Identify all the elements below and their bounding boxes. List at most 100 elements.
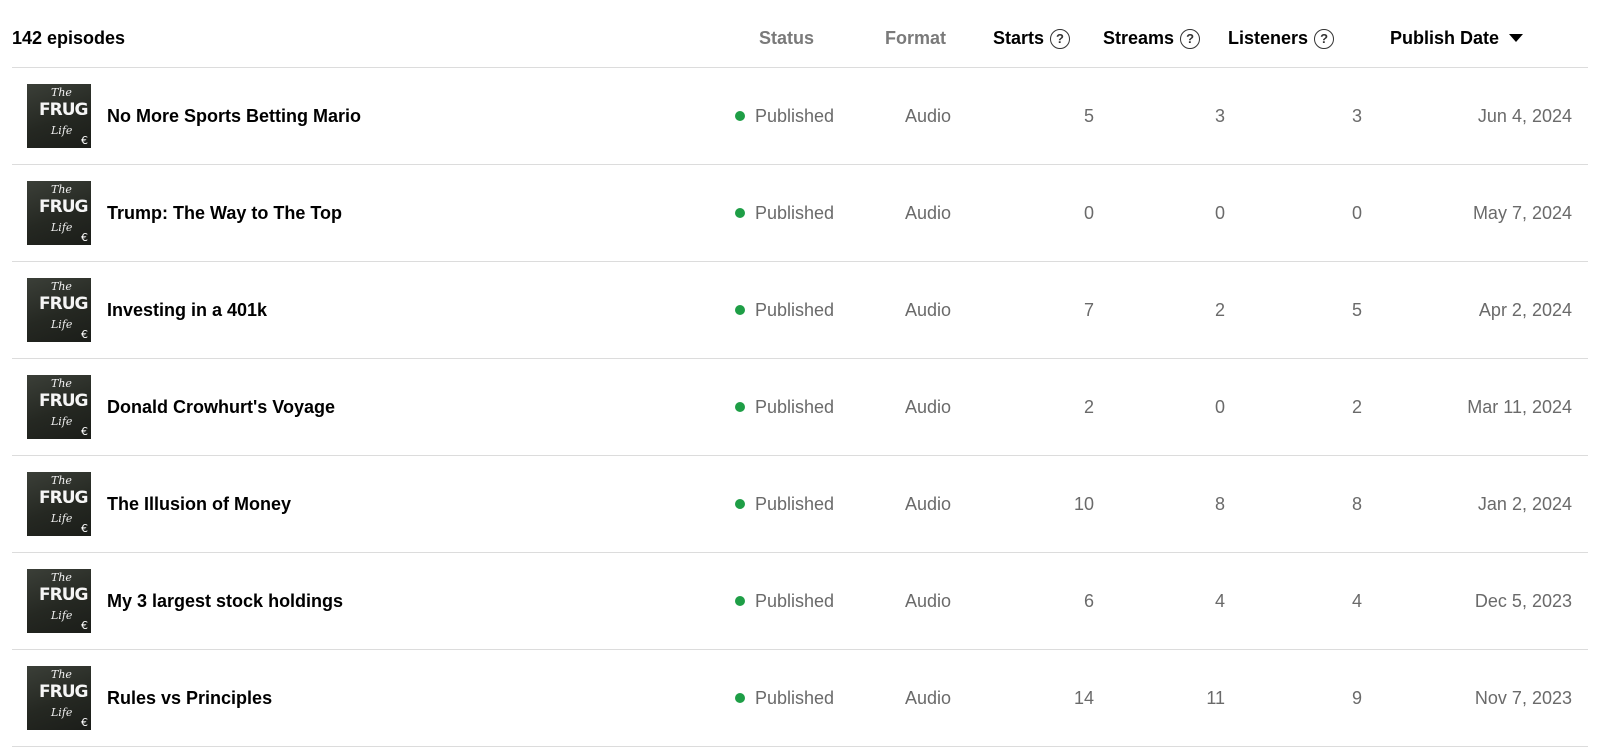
episode-thumbnail: The FRUG Life € [27, 181, 91, 245]
episode-streams: 0 [1214, 397, 1225, 417]
episode-streams: 4 [1214, 591, 1225, 611]
episode-publish-date: Jan 2, 2024 [1477, 494, 1572, 514]
episode-thumbnail: The FRUG Life € [27, 666, 91, 730]
thumbnail-text-frug: FRUG [39, 294, 88, 314]
help-icon[interactable]: ? [1050, 29, 1071, 49]
episode-status: Published [735, 298, 835, 322]
column-header-listeners[interactable]: Listeners? [1228, 26, 1335, 50]
thumbnail-text-the: The [51, 280, 72, 293]
euro-icon: € [81, 522, 88, 535]
episode-listeners: 3 [1351, 106, 1362, 126]
table-row[interactable]: The FRUG Life € Trump: The Way to The To… [12, 165, 1588, 262]
episode-format: Audio [905, 300, 952, 320]
episode-status-label: Published [755, 106, 835, 126]
thumbnail-text-the: The [51, 86, 72, 99]
episode-listeners: 0 [1351, 203, 1362, 223]
thumbnail-text-life: Life [51, 318, 73, 331]
column-header-starts-label: Starts [993, 28, 1045, 48]
column-header-streams-label: Streams [1103, 28, 1175, 48]
episode-title[interactable]: Trump: The Way to The Top [107, 201, 342, 225]
episode-title[interactable]: Rules vs Principles [107, 686, 272, 710]
episode-status: Published [735, 395, 835, 419]
status-dot-icon [735, 596, 745, 606]
column-header-starts[interactable]: Starts? [993, 26, 1071, 50]
episode-listeners: 2 [1351, 397, 1362, 417]
episode-starts: 5 [1083, 106, 1094, 126]
thumbnail-text-life: Life [51, 221, 73, 234]
help-icon[interactable]: ? [1314, 29, 1335, 49]
thumbnail-text-the: The [51, 377, 72, 390]
thumbnail-text-frug: FRUG [39, 682, 88, 702]
table-row[interactable]: The FRUG Life € Rules vs Principles Publ… [12, 650, 1588, 747]
thumbnail-text-the: The [51, 183, 72, 196]
help-icon[interactable]: ? [1180, 29, 1201, 49]
episode-title[interactable]: My 3 largest stock holdings [107, 589, 343, 613]
episode-starts: 10 [1073, 494, 1094, 514]
table-row[interactable]: The FRUG Life € The Illusion of Money Pu… [12, 456, 1588, 553]
episode-starts: 6 [1083, 591, 1094, 611]
episode-status-label: Published [755, 397, 835, 417]
episode-thumbnail: The FRUG Life € [27, 375, 91, 439]
episode-thumbnail: The FRUG Life € [27, 569, 91, 633]
episode-publish-date: Dec 5, 2023 [1474, 591, 1572, 611]
episode-status-label: Published [755, 300, 835, 320]
episode-title[interactable]: The Illusion of Money [107, 492, 291, 516]
episode-format: Audio [905, 494, 952, 514]
episode-format: Audio [905, 397, 952, 417]
episode-starts: 2 [1083, 397, 1094, 417]
table-header: 142 episodes Status Format Starts? Strea… [12, 0, 1588, 68]
euro-icon: € [81, 231, 88, 244]
episode-publish-date: Apr 2, 2024 [1478, 300, 1572, 320]
table-row[interactable]: The FRUG Life € My 3 largest stock holdi… [12, 553, 1588, 650]
status-dot-icon [735, 111, 745, 121]
column-header-listeners-label: Listeners [1228, 28, 1309, 48]
episode-starts: 7 [1083, 300, 1094, 320]
episode-status: Published [735, 589, 835, 613]
status-dot-icon [735, 305, 745, 315]
column-header-streams[interactable]: Streams? [1103, 26, 1201, 50]
episode-streams: 0 [1214, 203, 1225, 223]
episode-starts: 0 [1083, 203, 1094, 223]
episode-format: Audio [905, 688, 952, 708]
table-row[interactable]: The FRUG Life € Investing in a 401k Publ… [12, 262, 1588, 359]
episode-streams: 8 [1214, 494, 1225, 514]
episode-format: Audio [905, 591, 952, 611]
thumbnail-text-frug: FRUG [39, 585, 88, 605]
episode-title[interactable]: No More Sports Betting Mario [107, 104, 361, 128]
episode-thumbnail: The FRUG Life € [27, 278, 91, 342]
episode-listeners: 9 [1351, 688, 1362, 708]
episode-count: 142 episodes [12, 28, 126, 48]
thumbnail-text-frug: FRUG [39, 391, 88, 411]
sort-descending-icon[interactable] [1509, 34, 1524, 42]
episode-status-label: Published [755, 591, 835, 611]
episode-listeners: 5 [1351, 300, 1362, 320]
episode-thumbnail: The FRUG Life € [27, 472, 91, 536]
thumbnail-text-the: The [51, 571, 72, 584]
euro-icon: € [81, 716, 88, 729]
episode-title[interactable]: Investing in a 401k [107, 298, 267, 322]
thumbnail-text-life: Life [51, 124, 73, 137]
euro-icon: € [81, 425, 88, 438]
table-row[interactable]: The FRUG Life € No More Sports Betting M… [12, 68, 1588, 165]
thumbnail-text-frug: FRUG [39, 197, 88, 217]
table-row[interactable]: The FRUG Life € Donald Crowhurt's Voyage… [12, 359, 1588, 456]
episode-format: Audio [905, 203, 952, 223]
episode-streams: 2 [1214, 300, 1225, 320]
episode-status: Published [735, 104, 835, 128]
episode-streams: 11 [1206, 688, 1225, 708]
thumbnail-text-life: Life [51, 609, 73, 622]
episode-title[interactable]: Donald Crowhurt's Voyage [107, 395, 335, 419]
column-header-publish-date-label: Publish Date [1390, 28, 1500, 48]
column-header-publish-date[interactable]: Publish Date [1390, 26, 1524, 50]
thumbnail-text-the: The [51, 474, 72, 487]
column-header-status: Status [759, 28, 815, 48]
episode-streams: 3 [1214, 106, 1225, 126]
episode-publish-date: May 7, 2024 [1472, 203, 1572, 223]
table-body: The FRUG Life € No More Sports Betting M… [12, 68, 1588, 747]
thumbnail-text-the: The [51, 668, 72, 681]
episodes-table: 142 episodes Status Format Starts? Strea… [12, 0, 1588, 747]
status-dot-icon [735, 499, 745, 509]
episode-status: Published [735, 686, 834, 710]
episode-thumbnail: The FRUG Life € [27, 84, 91, 148]
thumbnail-text-life: Life [51, 706, 73, 719]
